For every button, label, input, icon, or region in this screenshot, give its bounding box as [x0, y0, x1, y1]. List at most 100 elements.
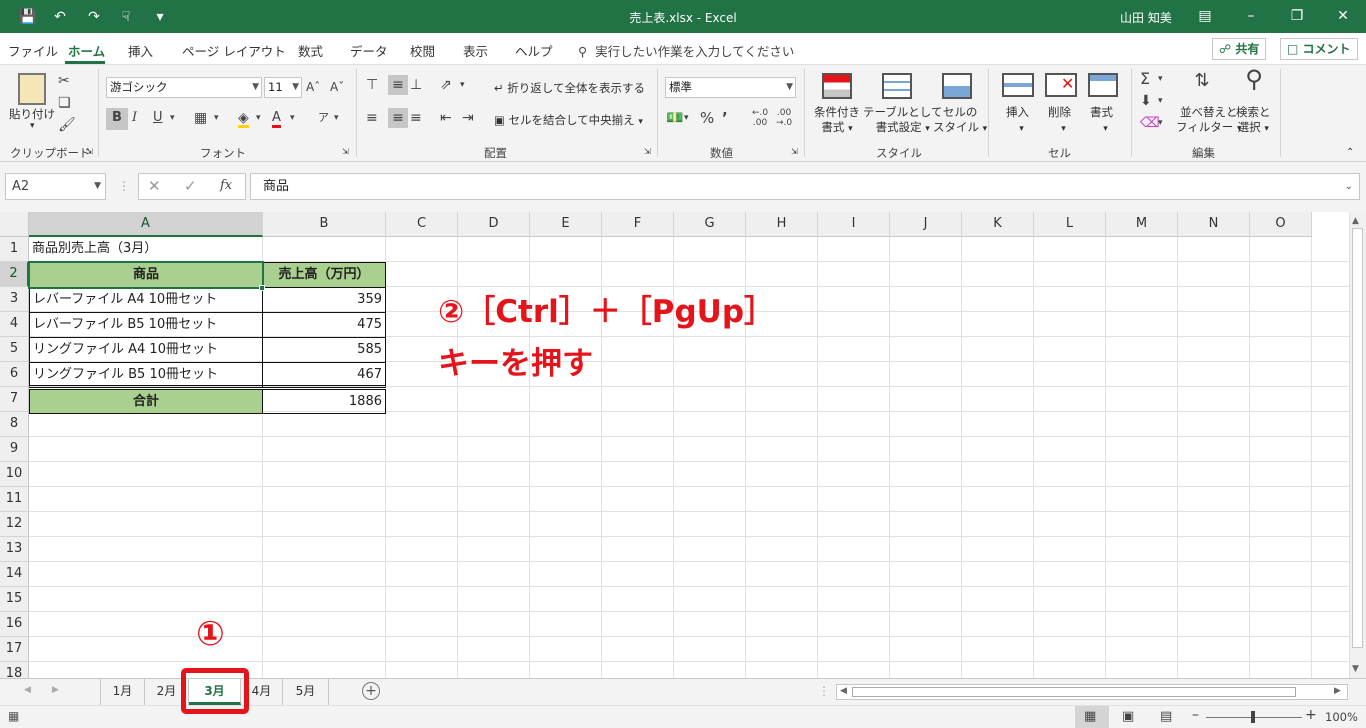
sheet-tab-1[interactable]: 1月: [101, 679, 145, 705]
align-center-icon[interactable]: ≡: [388, 108, 408, 128]
autosum-dropdown-icon[interactable]: ▾: [1158, 69, 1163, 89]
scroll-left-icon[interactable]: ◀: [840, 686, 847, 696]
page-layout-view-icon[interactable]: ▣: [1122, 709, 1134, 724]
tab-review[interactable]: 校閲: [410, 41, 435, 60]
scroll-up-icon[interactable]: ▲: [1352, 216, 1359, 226]
insert-cells-button[interactable]: 挿入 ▾: [1006, 105, 1029, 137]
phonetic-icon[interactable]: ア: [318, 108, 329, 128]
zoom-level[interactable]: 100%: [1325, 710, 1358, 724]
comment-button[interactable]: □ コメント: [1280, 38, 1358, 60]
formula-input[interactable]: 商品 ⌄: [250, 173, 1360, 200]
column-header-i[interactable]: I: [818, 212, 890, 237]
conditional-formatting-button[interactable]: 条件付き 書式 ▾: [814, 105, 860, 137]
vertical-scroll-thumb[interactable]: [1352, 228, 1363, 648]
align-bottom-icon[interactable]: ⊥: [410, 75, 422, 95]
alignment-launcher-icon[interactable]: ⇲: [644, 147, 651, 156]
sort-filter-icon[interactable]: ⇅: [1186, 71, 1218, 91]
column-header-c[interactable]: C: [386, 212, 458, 237]
cell-b6[interactable]: 467: [262, 362, 386, 388]
paste-icon[interactable]: [18, 73, 46, 105]
sheet-tab-5[interactable]: 5月: [283, 679, 329, 705]
row-header-11[interactable]: 11: [0, 487, 29, 512]
format-as-table-button[interactable]: テーブルとして 書式設定 ▾: [863, 105, 942, 137]
column-header-l[interactable]: L: [1034, 212, 1106, 237]
row-header-2[interactable]: 2: [0, 262, 29, 287]
tab-data[interactable]: データ: [350, 41, 388, 60]
align-middle-icon[interactable]: ≡: [388, 75, 408, 95]
row-header-6[interactable]: 6: [0, 362, 29, 387]
column-header-b[interactable]: B: [263, 212, 386, 237]
row-header-16[interactable]: 16: [0, 612, 29, 637]
page-break-view-icon[interactable]: ▤: [1160, 709, 1172, 724]
paste-dropdown-icon[interactable]: ▾: [30, 121, 35, 131]
comma-style-icon[interactable]: ’: [722, 108, 728, 128]
cut-icon[interactable]: ✂: [58, 71, 70, 91]
cell-a5[interactable]: リングファイル A4 10冊セット: [29, 337, 263, 363]
format-cells-button[interactable]: 書式 ▾: [1090, 105, 1113, 137]
row-header-13[interactable]: 13: [0, 537, 29, 562]
cell-b3[interactable]: 359: [262, 287, 386, 313]
share-button[interactable]: ☍ 共有: [1212, 38, 1267, 60]
align-right-icon[interactable]: ≡: [410, 108, 422, 128]
increase-font-icon[interactable]: Aˆ: [306, 77, 320, 97]
enter-icon[interactable]: ✓: [184, 177, 197, 195]
find-select-button[interactable]: 検索と 選択 ▾: [1236, 105, 1271, 137]
copy-icon[interactable]: ❏: [58, 93, 71, 113]
column-header-f[interactable]: F: [602, 212, 674, 237]
bold-button[interactable]: B: [106, 108, 128, 130]
expand-formula-icon[interactable]: ⌄: [1345, 174, 1353, 199]
scroll-down-icon[interactable]: ▼: [1352, 664, 1359, 674]
wrap-text-button[interactable]: ↵ 折り返して全体を表示する: [494, 80, 645, 96]
fill-handle[interactable]: [259, 285, 265, 291]
fill-color-icon[interactable]: ◈: [238, 108, 249, 128]
conditional-formatting-icon[interactable]: [822, 73, 852, 99]
phonetic-dropdown-icon[interactable]: ▾: [334, 108, 339, 128]
percent-icon[interactable]: %: [700, 108, 714, 128]
insert-cells-icon[interactable]: [1002, 73, 1034, 97]
row-header-1[interactable]: 1: [0, 237, 29, 262]
orientation-icon[interactable]: ⇗: [440, 75, 452, 95]
merge-center-button[interactable]: ▣ セルを結合して中央揃え ▾: [494, 112, 643, 128]
tab-scroll-left-icon[interactable]: ◀: [24, 685, 31, 695]
row-header-18[interactable]: 18: [0, 662, 29, 678]
align-top-icon[interactable]: ⊤: [366, 75, 378, 95]
column-header-n[interactable]: N: [1178, 212, 1250, 237]
collapse-ribbon-icon[interactable]: ⌃: [1346, 147, 1354, 158]
zoom-slider-thumb[interactable]: [1251, 711, 1255, 723]
row-header-4[interactable]: 4: [0, 312, 29, 337]
row-header-3[interactable]: 3: [0, 287, 29, 312]
column-header-j[interactable]: J: [890, 212, 962, 237]
cell-a4[interactable]: レバーファイル B5 10冊セット: [29, 312, 263, 338]
clear-icon[interactable]: ⌫: [1140, 113, 1160, 133]
borders-icon[interactable]: ▦: [194, 108, 207, 128]
clear-dropdown-icon[interactable]: ▾: [1158, 113, 1163, 133]
select-all-corner[interactable]: [0, 212, 29, 237]
cell-b2-header[interactable]: 売上高（万円）: [262, 262, 386, 288]
borders-dropdown-icon[interactable]: ▾: [214, 108, 219, 128]
currency-icon[interactable]: 💵: [666, 108, 683, 128]
find-select-icon[interactable]: ⚲: [1238, 67, 1270, 91]
underline-dropdown-icon[interactable]: ▾: [170, 108, 175, 128]
column-header-k[interactable]: K: [962, 212, 1034, 237]
column-header-m[interactable]: M: [1106, 212, 1178, 237]
row-header-5[interactable]: 5: [0, 337, 29, 362]
user-name[interactable]: 山田 知美: [1120, 9, 1172, 26]
column-header-h[interactable]: H: [746, 212, 818, 237]
scroll-right-icon[interactable]: ▶: [1334, 686, 1341, 696]
cell-b4[interactable]: 475: [262, 312, 386, 338]
name-box[interactable]: A2 ▼: [5, 173, 106, 200]
cancel-icon[interactable]: ✕: [148, 177, 161, 195]
italic-button[interactable]: I: [132, 108, 137, 128]
number-launcher-icon[interactable]: ⇲: [791, 147, 798, 156]
column-header-e[interactable]: E: [530, 212, 602, 237]
cell-a6[interactable]: リングファイル B5 10冊セット: [29, 362, 263, 388]
column-header-g[interactable]: G: [674, 212, 746, 237]
number-format-combo[interactable]: 標準 ▼: [665, 77, 796, 98]
tell-me-search[interactable]: ⚲ 実行したい作業を入力してください: [578, 41, 794, 60]
horizontal-scroll-thumb[interactable]: [852, 687, 1296, 697]
decrease-font-icon[interactable]: Aˇ: [330, 77, 344, 97]
tab-help[interactable]: ヘルプ: [515, 41, 553, 60]
font-launcher-icon[interactable]: ⇲: [342, 147, 349, 156]
cell-styles-button[interactable]: セルの スタイル ▾: [933, 105, 987, 137]
close-icon[interactable]: ✕: [1320, 0, 1366, 33]
